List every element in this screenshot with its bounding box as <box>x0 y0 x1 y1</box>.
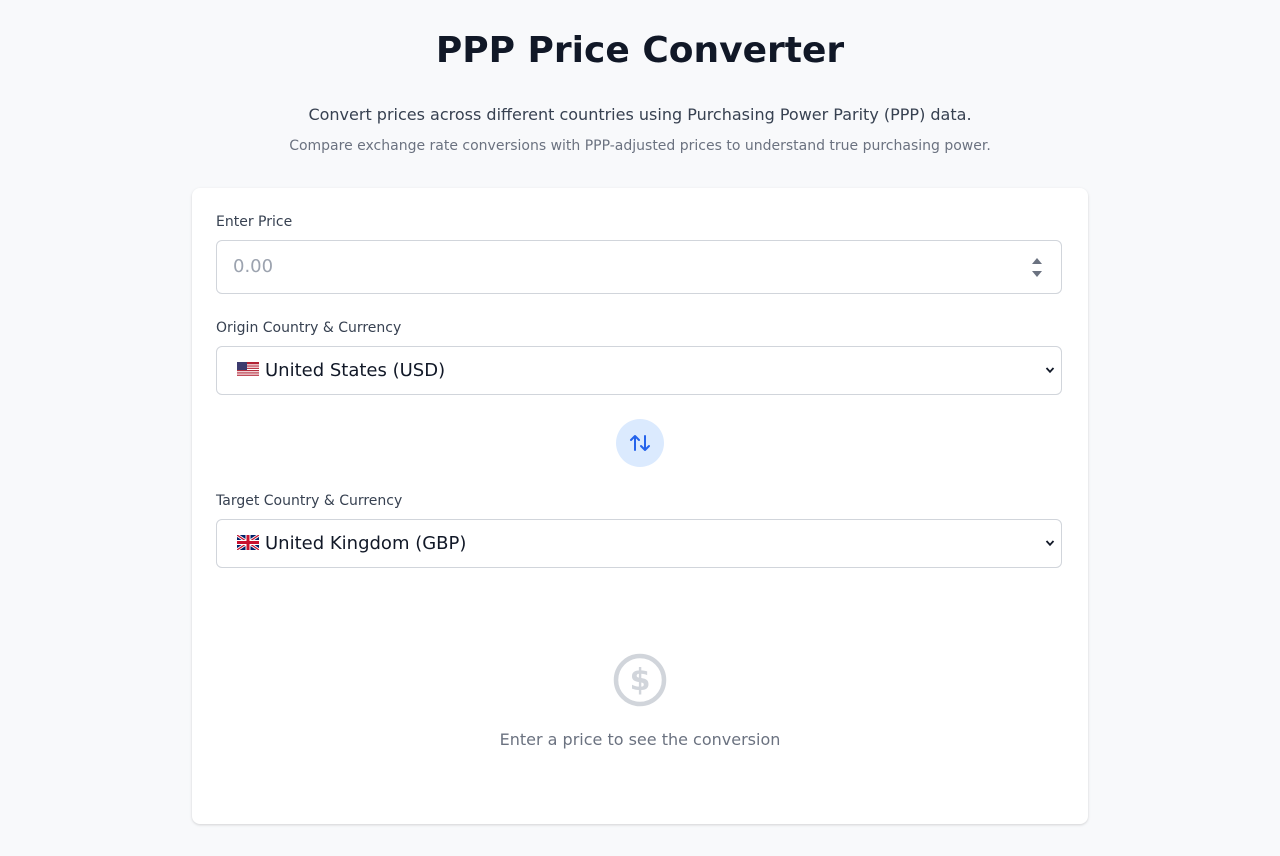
swap-arrows-icon <box>630 435 650 451</box>
target-label: Target Country & Currency <box>216 493 403 509</box>
empty-state-message: Enter a price to see the conversion <box>499 730 781 749</box>
page-description: Compare exchange rate conversions with P… <box>289 138 991 154</box>
page: PPP Price Converter Convert prices acros… <box>0 0 1280 856</box>
target-select-text: United Kingdom (GBP) <box>265 533 467 554</box>
price-placeholder: 0.00 <box>233 256 274 277</box>
number-spinner[interactable] <box>1031 255 1043 281</box>
dollar-circle-icon: $ <box>613 653 667 707</box>
price-label: Enter Price <box>216 214 293 230</box>
us-flag-icon <box>237 361 259 377</box>
swap-currencies-button[interactable] <box>616 419 664 467</box>
spinner-up-icon[interactable] <box>1032 258 1042 264</box>
svg-text:$: $ <box>630 663 651 698</box>
page-subtitle: Convert prices across different countrie… <box>308 105 972 124</box>
origin-select-text: United States (USD) <box>265 360 446 381</box>
target-select-value: United Kingdom (GBP) <box>237 533 466 555</box>
converter-card: Enter Price 0.00 Origin Country & Curren… <box>192 188 1088 824</box>
origin-country-select[interactable]: United States (USD) <box>216 346 1062 395</box>
spinner-down-icon[interactable] <box>1032 271 1042 277</box>
uk-flag-icon <box>237 534 259 550</box>
chevron-down-icon <box>1045 367 1055 374</box>
origin-label: Origin Country & Currency <box>216 320 402 336</box>
chevron-down-icon <box>1045 540 1055 547</box>
price-input[interactable]: 0.00 <box>216 240 1062 294</box>
origin-select-value: United States (USD) <box>237 360 445 382</box>
page-title: PPP Price Converter <box>435 30 845 71</box>
target-country-select[interactable]: United Kingdom (GBP) <box>216 519 1062 568</box>
